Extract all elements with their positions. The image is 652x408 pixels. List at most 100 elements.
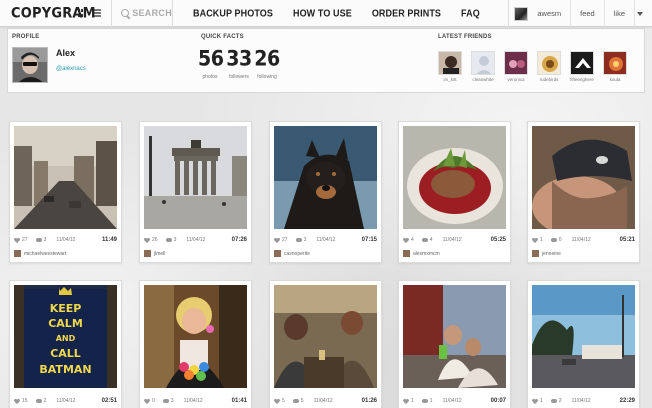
photo-owner[interactable]: alexmxmcm <box>403 250 440 257</box>
friend-item[interactable]: cleanwhite <box>471 51 495 82</box>
friends-section-label: LATEST FRIENDS <box>438 34 492 40</box>
stat-following[interactable]: 26 following <box>254 47 280 80</box>
like-count: 1 <box>540 398 543 404</box>
profile-section-label: PROFILE <box>12 34 40 40</box>
stat-followers[interactable]: 33 followers <box>226 47 252 80</box>
comment-count: 3 <box>170 398 174 404</box>
photo-card[interactable]: 27 3 11/04/12 07:15 casnoperite <box>269 121 382 263</box>
nav-how-to-use[interactable]: HOW TO USE <box>283 0 362 29</box>
friend-item[interactable]: veronica <box>504 51 528 82</box>
heart-icon[interactable] <box>14 238 20 243</box>
comment-icon[interactable] <box>421 399 428 403</box>
photo-owner[interactable]: michaelwesstewart <box>14 250 66 257</box>
stats-section-label: QUICK FACTS <box>201 34 244 40</box>
photo-card[interactable]: 5 5 11/04/12 01:26 <box>269 280 382 408</box>
chevron-down-icon[interactable] <box>637 11 643 16</box>
owner-name: jenneine <box>542 250 561 257</box>
photo-woman-flowers[interactable] <box>144 285 247 388</box>
stat-followers-value: 33 <box>226 46 252 72</box>
photo-meta: 27 3 11/04/12 07:15 <box>274 237 377 243</box>
friend-avatar <box>504 51 528 75</box>
photo-dog[interactable] <box>274 126 377 229</box>
nav-order-prints[interactable]: ORDER PRINTS <box>362 0 451 29</box>
nav-faq[interactable]: FAQ <box>451 0 490 29</box>
photo-card[interactable]: 0 3 11/04/12 01:41 <box>139 280 252 408</box>
photo-time: 07:15 <box>361 237 377 243</box>
heart-icon[interactable] <box>274 238 280 243</box>
photo-card[interactable]: 27 3 11/04/12 11:49 michaelwesstewart <box>9 121 122 263</box>
owner-avatar <box>403 250 410 257</box>
friend-item[interactable]: koula <box>603 51 627 82</box>
like-link[interactable]: like <box>603 0 634 27</box>
comment-icon[interactable] <box>550 238 557 242</box>
photo-card[interactable]: 4 4 11/04/12 05:25 alexmxmcm <box>398 121 511 263</box>
friend-item[interactable]: fifteenghere <box>570 51 594 82</box>
heart-icon[interactable] <box>14 399 20 404</box>
photo-meta: 26 3 11/04/12 07:26 <box>144 237 247 243</box>
comment-icon[interactable] <box>35 399 42 403</box>
friend-item[interactable]: im_kitt <box>438 51 462 82</box>
heart-icon[interactable] <box>532 238 538 243</box>
heart-icon[interactable] <box>274 399 280 404</box>
photo-card[interactable]: 1 2 11/04/12 22:29 <box>527 280 640 408</box>
photo-meta: 0 3 11/04/12 01:41 <box>144 398 247 404</box>
stat-following-value: 26 <box>254 46 280 72</box>
nav-backup-photos[interactable]: BACKUP PHOTOS <box>183 0 283 29</box>
photo-meta: 1 0 11/04/12 05:21 <box>532 237 635 243</box>
search-box[interactable]: SEARCH <box>111 0 173 27</box>
photo-date: 11/04/12 <box>442 237 462 243</box>
photo-cap-person[interactable] <box>532 126 635 229</box>
like-count: 0 <box>152 398 155 404</box>
comment-icon[interactable] <box>292 399 299 403</box>
photo-card[interactable]: 26 3 11/04/12 07:26 jlmell <box>139 121 252 263</box>
like-count: 26 <box>152 237 158 243</box>
photo-people-cafe[interactable] <box>274 285 377 388</box>
photo-time: 05:21 <box>619 237 635 243</box>
photo-card[interactable]: 1 1 11/04/12 00:07 <box>398 280 511 408</box>
photo-owner[interactable]: casnoperite <box>274 250 310 257</box>
photo-date: 11/04/12 <box>186 237 206 243</box>
photo-meta: 4 4 11/04/12 05:25 <box>403 237 506 243</box>
heart-icon[interactable] <box>403 399 409 404</box>
comment-icon[interactable] <box>165 238 172 242</box>
user-avatar[interactable] <box>514 6 529 21</box>
copygram-logo[interactable]: COPYGRAM <box>11 5 96 22</box>
photo-meta: 27 3 11/04/12 11:49 <box>14 237 117 243</box>
username[interactable]: awesm <box>528 9 570 18</box>
profile-handle[interactable]: @alexnacs <box>56 66 86 72</box>
friend-item[interactable]: rudebirds <box>537 51 561 82</box>
comment-count: 0 <box>558 237 562 243</box>
photo-date: 11/04/12 <box>571 398 591 404</box>
like-count: 27 <box>22 237 28 243</box>
photo-brandenburg-gate[interactable] <box>144 126 247 229</box>
photo-card[interactable]: 1 0 11/04/12 05:21 jenneine <box>527 121 640 263</box>
comment-icon[interactable] <box>35 238 42 242</box>
friend-avatar <box>537 51 561 75</box>
feed-link[interactable]: feed <box>570 0 604 27</box>
photo-sky-street[interactable] <box>532 285 635 388</box>
friend-name: cleanwhite <box>472 77 494 82</box>
profile-panel: PROFILE Alex @alexnacs QUICK FACTS 56 ph… <box>7 28 645 93</box>
heart-icon[interactable] <box>532 399 538 404</box>
heart-icon[interactable] <box>403 238 409 243</box>
photo-card[interactable]: KEEP CALM AND CALL BATMAN 15 2 11/04/12 … <box>9 280 122 408</box>
photo-food-plate[interactable] <box>403 126 506 229</box>
profile-avatar[interactable] <box>12 47 48 83</box>
photo-owner[interactable]: jlmell <box>144 250 165 257</box>
comment-icon[interactable] <box>550 399 557 403</box>
heart-icon[interactable] <box>144 399 150 404</box>
comment-icon[interactable] <box>162 399 169 403</box>
photo-kids-playing[interactable] <box>403 285 506 388</box>
comment-icon[interactable] <box>421 238 428 242</box>
photo-owner[interactable]: jenneine <box>532 250 561 257</box>
photo-city-street[interactable] <box>14 126 117 229</box>
heart-icon[interactable] <box>144 238 150 243</box>
friend-avatar <box>603 51 627 75</box>
comment-icon[interactable] <box>295 238 302 242</box>
photo-keep-calm-poster[interactable]: KEEP CALM AND CALL BATMAN <box>14 285 117 388</box>
photo-date: 11/04/12 <box>313 398 333 404</box>
photo-time: 01:26 <box>361 398 377 404</box>
friend-name: veronica <box>507 77 525 82</box>
comment-count: 3 <box>43 237 47 243</box>
poster-line-4: CALL <box>50 347 81 360</box>
